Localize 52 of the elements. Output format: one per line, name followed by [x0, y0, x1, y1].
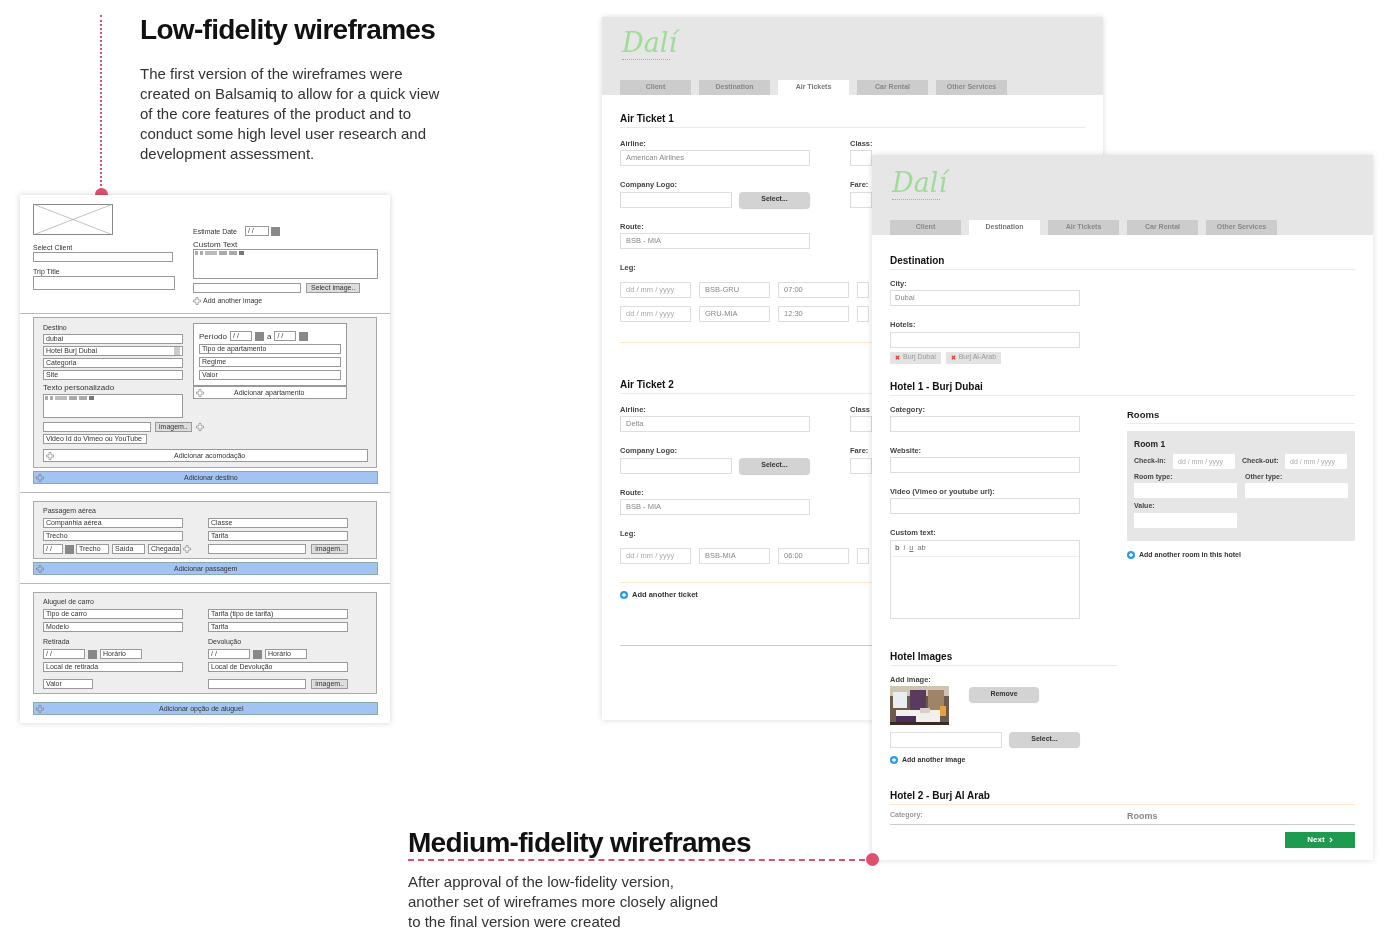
section-heading: Hotel 2 - Burj Al Arab	[890, 788, 1355, 806]
remove-icon[interactable]	[950, 355, 956, 360]
field-label: Período	[199, 331, 228, 341]
text-field[interactable]	[43, 422, 151, 432]
next-button[interactable]: Next	[1285, 832, 1355, 849]
remove-icon[interactable]	[895, 355, 900, 360]
field-label: Texto personalizado	[43, 383, 116, 392]
add-icon[interactable]	[1127, 551, 1135, 559]
field-label: Custom Text	[193, 240, 239, 249]
section-heading: Rooms	[1127, 407, 1355, 424]
plus-icon	[36, 704, 44, 713]
section-description: After approval of the low-fidelity version, another set of wireframes more closely aligned to the final version were created	[408, 872, 720, 932]
room-title: Room 1	[1134, 437, 1167, 451]
plus-icon	[46, 451, 54, 460]
plus-icon	[36, 564, 44, 573]
image-placeholder-icon	[33, 204, 113, 235]
section-heading: Hotel Images	[890, 648, 1118, 666]
text-field[interactable]	[33, 276, 175, 290]
text-field[interactable]	[193, 283, 301, 293]
section-heading: Rooms	[1127, 810, 1159, 824]
text-field[interactable]	[1134, 483, 1237, 498]
section-description: The first version of the wireframes were created on Balsamiq to allow for a quick view of the core features of the product and to conduct some high level user research and development assessment.	[140, 64, 441, 164]
section-title: Low-fidelity wireframes	[140, 13, 437, 47]
plus-icon	[196, 388, 204, 397]
time-field[interactable]	[857, 548, 869, 564]
calendar-icon[interactable]	[65, 544, 74, 554]
rich-text-editor[interactable]	[193, 249, 378, 279]
section-title: Medium-fidelity wireframes	[408, 826, 751, 860]
chevron-right-icon	[1328, 837, 1333, 844]
range-separator: a	[267, 331, 272, 341]
text-field[interactable]	[33, 252, 173, 262]
add-icon[interactable]	[890, 756, 898, 764]
text-field[interactable]	[1245, 483, 1348, 498]
plus-icon[interactable]	[195, 423, 204, 431]
text-field[interactable]	[208, 544, 307, 554]
rich-text-editor[interactable]	[43, 394, 183, 418]
calendar-icon[interactable]	[299, 331, 309, 341]
text-field[interactable]	[208, 679, 307, 689]
add-icon[interactable]	[620, 590, 628, 599]
section-heading: Hotel 1 - Burj Dubai	[890, 378, 1355, 396]
section-heading: Air Ticket 1	[620, 111, 1085, 128]
plus-icon	[36, 473, 44, 482]
plus-icon[interactable]	[183, 545, 191, 553]
time-field[interactable]	[857, 306, 869, 322]
text-field[interactable]	[1134, 512, 1237, 528]
time-field[interactable]	[857, 282, 869, 298]
section-heading: Destination	[890, 253, 1355, 270]
calendar-icon[interactable]	[270, 226, 280, 236]
calendar-icon[interactable]	[88, 649, 97, 659]
plus-icon[interactable]	[193, 296, 201, 305]
calendar-icon[interactable]	[255, 331, 265, 341]
calendar-icon[interactable]	[253, 649, 262, 659]
